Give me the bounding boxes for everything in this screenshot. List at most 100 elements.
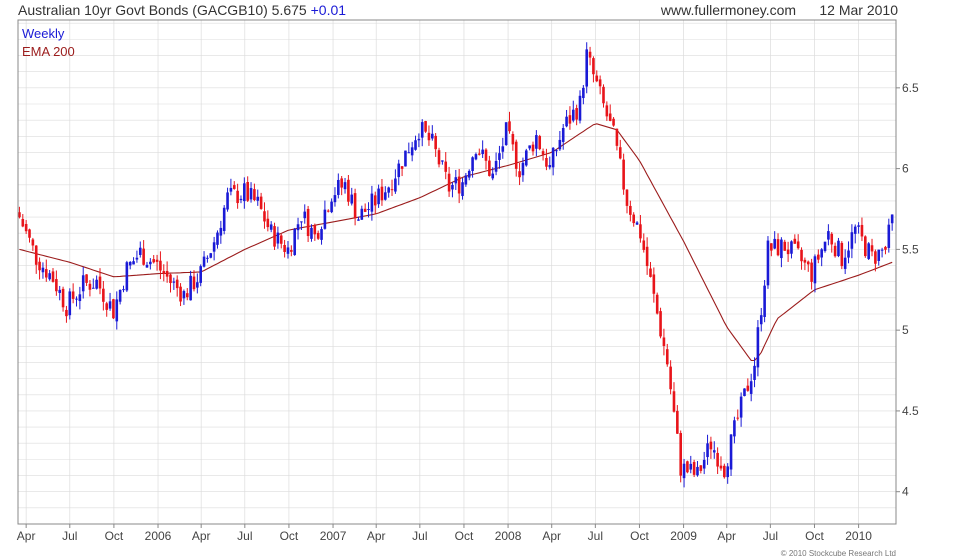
candle-body	[95, 279, 98, 289]
candle-body	[149, 261, 152, 265]
candle-body	[504, 122, 508, 145]
candle-body	[612, 118, 615, 126]
candle-body	[890, 214, 894, 224]
candle-body	[457, 176, 461, 194]
candle-body	[655, 294, 659, 314]
candle-body	[447, 173, 451, 192]
candle-body	[232, 185, 236, 189]
candle-body	[323, 209, 327, 229]
x-tick-label: Apr	[717, 529, 736, 543]
candle-body	[236, 190, 239, 204]
candle-body	[803, 259, 807, 263]
candle-body	[565, 116, 568, 127]
candle-body	[367, 208, 370, 211]
candle-body	[437, 150, 441, 165]
candle-body	[545, 157, 548, 167]
candle-body	[652, 274, 656, 294]
candle-body	[582, 87, 585, 99]
candle-body	[98, 276, 102, 289]
candle-body	[41, 267, 45, 273]
candle-body	[561, 128, 565, 142]
candle-body	[602, 86, 605, 104]
candle-body	[645, 246, 649, 267]
candle-body	[451, 184, 454, 190]
candle-body	[817, 254, 820, 260]
candle-body	[481, 149, 484, 155]
x-tick-label: Oct	[455, 529, 474, 543]
x-tick-label: Oct	[280, 529, 299, 543]
candle-body	[699, 465, 703, 471]
y-tick-label: 4	[902, 485, 909, 499]
candle-body	[266, 218, 270, 228]
candle-body	[293, 228, 296, 256]
x-tick-label: 2009	[670, 529, 697, 543]
candle-body	[360, 208, 364, 220]
candle-body	[749, 381, 753, 394]
x-tick-label: Oct	[630, 529, 649, 543]
candle-body	[605, 105, 609, 117]
candle-body	[491, 173, 495, 179]
candle-body	[880, 249, 884, 251]
candle-body	[209, 253, 213, 258]
candle-body	[347, 179, 350, 202]
candle-body	[592, 58, 595, 75]
candle-body	[635, 222, 639, 225]
chart-legend: Weekly EMA 200	[22, 26, 75, 59]
candle-body	[105, 303, 109, 310]
candle-body	[511, 134, 515, 145]
candle-body	[326, 210, 330, 212]
candle-body	[239, 198, 243, 201]
candle-body	[471, 157, 474, 171]
x-tick-label: 2010	[845, 529, 872, 543]
candle-body	[424, 121, 427, 132]
candle-body	[712, 450, 716, 453]
candle-body	[669, 366, 672, 390]
candle-body	[780, 239, 783, 259]
candle-body	[175, 279, 179, 289]
candle-body	[313, 224, 317, 235]
candle-body	[864, 236, 867, 257]
candle-body	[625, 189, 629, 206]
candle-body	[169, 274, 172, 284]
candle-body	[273, 226, 276, 247]
candle-body	[138, 247, 142, 255]
candle-body	[843, 257, 847, 269]
x-tick-label: Jul	[588, 529, 603, 543]
candle-body	[276, 232, 280, 244]
y-tick-label: 6	[902, 162, 909, 176]
candle-body	[847, 250, 850, 258]
candle-body	[575, 108, 578, 120]
candle-body	[165, 270, 169, 277]
candle-body	[689, 463, 693, 470]
candle-body	[115, 299, 119, 322]
candle-body	[249, 188, 253, 200]
candle-body	[216, 232, 219, 245]
price-chart: 44.555.566.5 Apr Jul Oct 2006 Apr Jul Oct 2007 A…	[17, 19, 919, 543]
candle-body	[253, 189, 256, 201]
candle-body	[706, 443, 709, 458]
candle-body	[310, 227, 313, 239]
candle-body	[65, 309, 68, 317]
candle-body	[81, 275, 85, 292]
candle-body	[716, 452, 719, 467]
x-tick-label: Jul	[62, 529, 77, 543]
candle-body	[407, 152, 411, 154]
candle-body	[34, 245, 38, 265]
candle-body	[142, 248, 145, 265]
candle-body	[350, 194, 354, 204]
candle-body	[145, 264, 149, 268]
candle-body	[417, 138, 421, 141]
y-tick-label: 6.5	[902, 81, 919, 95]
candle-body	[702, 459, 706, 469]
candle-body	[212, 242, 216, 252]
candle-body	[397, 163, 401, 178]
y-axis: 4 4.5 5 5.5 6 6.5	[896, 81, 919, 499]
candle-body	[501, 146, 505, 152]
candle-body	[870, 245, 874, 252]
candle-body	[377, 188, 380, 205]
candle-body	[316, 232, 320, 239]
candle-body	[441, 160, 444, 162]
candle-body	[68, 291, 72, 316]
x-tick-label: Apr	[17, 529, 36, 543]
candle-body	[75, 298, 78, 300]
